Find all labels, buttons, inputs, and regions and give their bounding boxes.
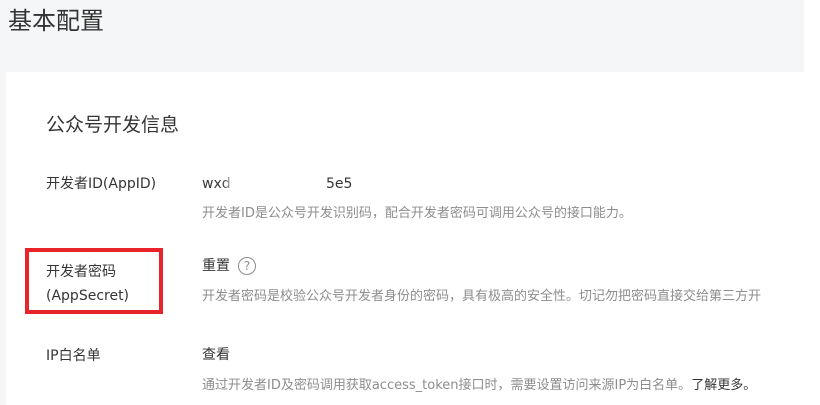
appid-redaction-blur [237, 173, 327, 195]
ip-whitelist-desc-text: 通过开发者ID及密码调用获取access_token接口时，需要设置访问来源IP… [202, 378, 692, 393]
learn-more-link[interactable]: 了解更多。 [691, 378, 756, 393]
ip-whitelist-description: 通过开发者ID及密码调用获取access_token接口时，需要设置访问来源IP… [202, 376, 756, 396]
appid-value-prefix: wxd [202, 176, 231, 192]
reset-secret-link[interactable]: 重置 [202, 255, 230, 277]
appid-value-suffix: 5e5 [326, 176, 353, 192]
appid-label: 开发者ID(AppID) [46, 176, 157, 192]
appid-description: 开发者ID是公众号开发识别码，配合开发者密码可调用公众号的接口能力。 [202, 206, 632, 221]
section-title: 公众号开发信息 [46, 114, 180, 136]
question-circle-icon[interactable]: ? [238, 257, 256, 275]
ip-whitelist-label: IP白名单 [46, 348, 101, 364]
appsecret-highlight-box [25, 248, 163, 314]
page-title: 基本配置 [8, 7, 104, 35]
developer-info-card: 公众号开发信息 开发者ID(AppID) wxd 5e5 开发者ID是公众号开发… [6, 72, 804, 405]
right-edge-strip [804, 0, 820, 405]
appsecret-description: 开发者密码是校验公众号开发者身份的密码，具有极高的安全性。切记勿把密码直接交给第… [202, 289, 762, 304]
view-ip-whitelist-link[interactable]: 查看 [202, 344, 230, 366]
basic-config-page: 基本配置 公众号开发信息 开发者ID(AppID) wxd 5e5 开发者ID是… [0, 0, 820, 405]
